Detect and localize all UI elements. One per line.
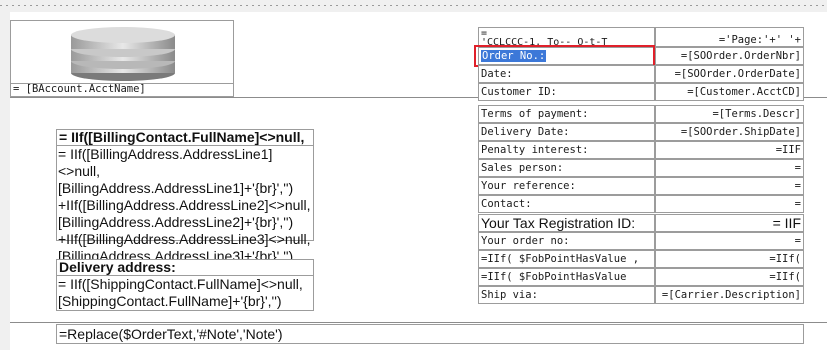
detail-value[interactable]: =: [655, 195, 804, 213]
billing-address-line: [BillingAddress.AddressLine1]+'{br}',''): [58, 180, 294, 196]
billing-address-lines: = IIf([BillingAddress.AddressLine1]<>nul…: [58, 146, 314, 265]
selection-highlight: [474, 45, 655, 67]
fob-point-label-2[interactable]: =IIf( $FobPointHasValue: [478, 268, 655, 286]
ship-via-value[interactable]: =[Carrier.Description]: [655, 286, 804, 304]
delivery-address-line: = IIf([ShippingContact.FullName]<>null,: [58, 276, 303, 292]
tax-registration-value[interactable]: = IIF: [655, 214, 804, 232]
fob-point-value-2[interactable]: =IIf(: [655, 268, 804, 286]
fob-point-label-1[interactable]: =IIf( $FobPointHasValue ,: [478, 250, 655, 268]
order-note-field[interactable]: =Replace($OrderText,'#Note','Note'): [56, 324, 804, 344]
detail-label[interactable]: Contact:: [478, 195, 655, 213]
delivery-address-header[interactable]: Delivery address:: [56, 259, 314, 276]
billing-contact-header[interactable]: = IIf([BillingContact.FullName]<>null,: [56, 129, 314, 146]
order-no-value[interactable]: =[SOOrder.OrderNbr]: [655, 47, 804, 65]
detail-label[interactable]: Terms of payment:: [478, 105, 655, 123]
detail-label[interactable]: Penalty interest:: [478, 141, 655, 159]
date-label[interactable]: Date:: [478, 65, 655, 83]
tax-registration-label[interactable]: Your Tax Registration ID:: [478, 214, 655, 232]
logo-image: [71, 27, 175, 81]
logo-box[interactable]: [10, 20, 234, 84]
detail-label[interactable]: Delivery Date:: [478, 123, 655, 141]
band-separator: [10, 322, 827, 323]
detail-label[interactable]: Your reference:: [478, 177, 655, 195]
detail-value[interactable]: =[SOOrder.ShipDate]: [655, 123, 804, 141]
delivery-address-lines: = IIf([ShippingContact.FullName]<>null,[…: [58, 276, 314, 310]
detail-value[interactable]: =: [655, 177, 804, 195]
billing-address-line: = IIf([BillingAddress.AddressLine1]<>nul…: [58, 146, 273, 179]
fob-point-value-1[interactable]: =IIf(: [655, 250, 804, 268]
account-name-field[interactable]: = [BAccount.AcctName]: [10, 83, 234, 97]
your-order-value[interactable]: =: [655, 232, 804, 250]
customer-id-label[interactable]: Customer ID:: [478, 83, 655, 101]
date-value[interactable]: =[SOOrder.OrderDate]: [655, 65, 804, 83]
billing-address-line: +IIf([BillingAddress.AddressLine3]<>null…: [58, 231, 311, 247]
detail-value[interactable]: =: [655, 159, 804, 177]
ship-via-label[interactable]: Ship via:: [478, 286, 655, 304]
customer-id-value[interactable]: =[Customer.AcctCD]: [655, 83, 804, 101]
detail-value[interactable]: =[Terms.Descr]: [655, 105, 804, 123]
billing-address-line: +IIf([BillingAddress.AddressLine2]<>null…: [58, 197, 311, 213]
detail-value[interactable]: =IIF: [655, 141, 804, 159]
billing-address-line: [BillingAddress.AddressLine2]+'{br}',''): [58, 214, 294, 230]
detail-label[interactable]: Sales person:: [478, 159, 655, 177]
your-order-label[interactable]: Your order no:: [478, 232, 655, 250]
page-field[interactable]: ='Page:'+' '+: [655, 27, 804, 47]
delivery-address-line: [ShippingContact.FullName]+'{br}',''): [58, 293, 282, 309]
ruler-dots: [0, 5, 827, 6]
top-clip-field[interactable]: = 'CCLCCC-1. To-- O-t-T: [478, 27, 655, 47]
